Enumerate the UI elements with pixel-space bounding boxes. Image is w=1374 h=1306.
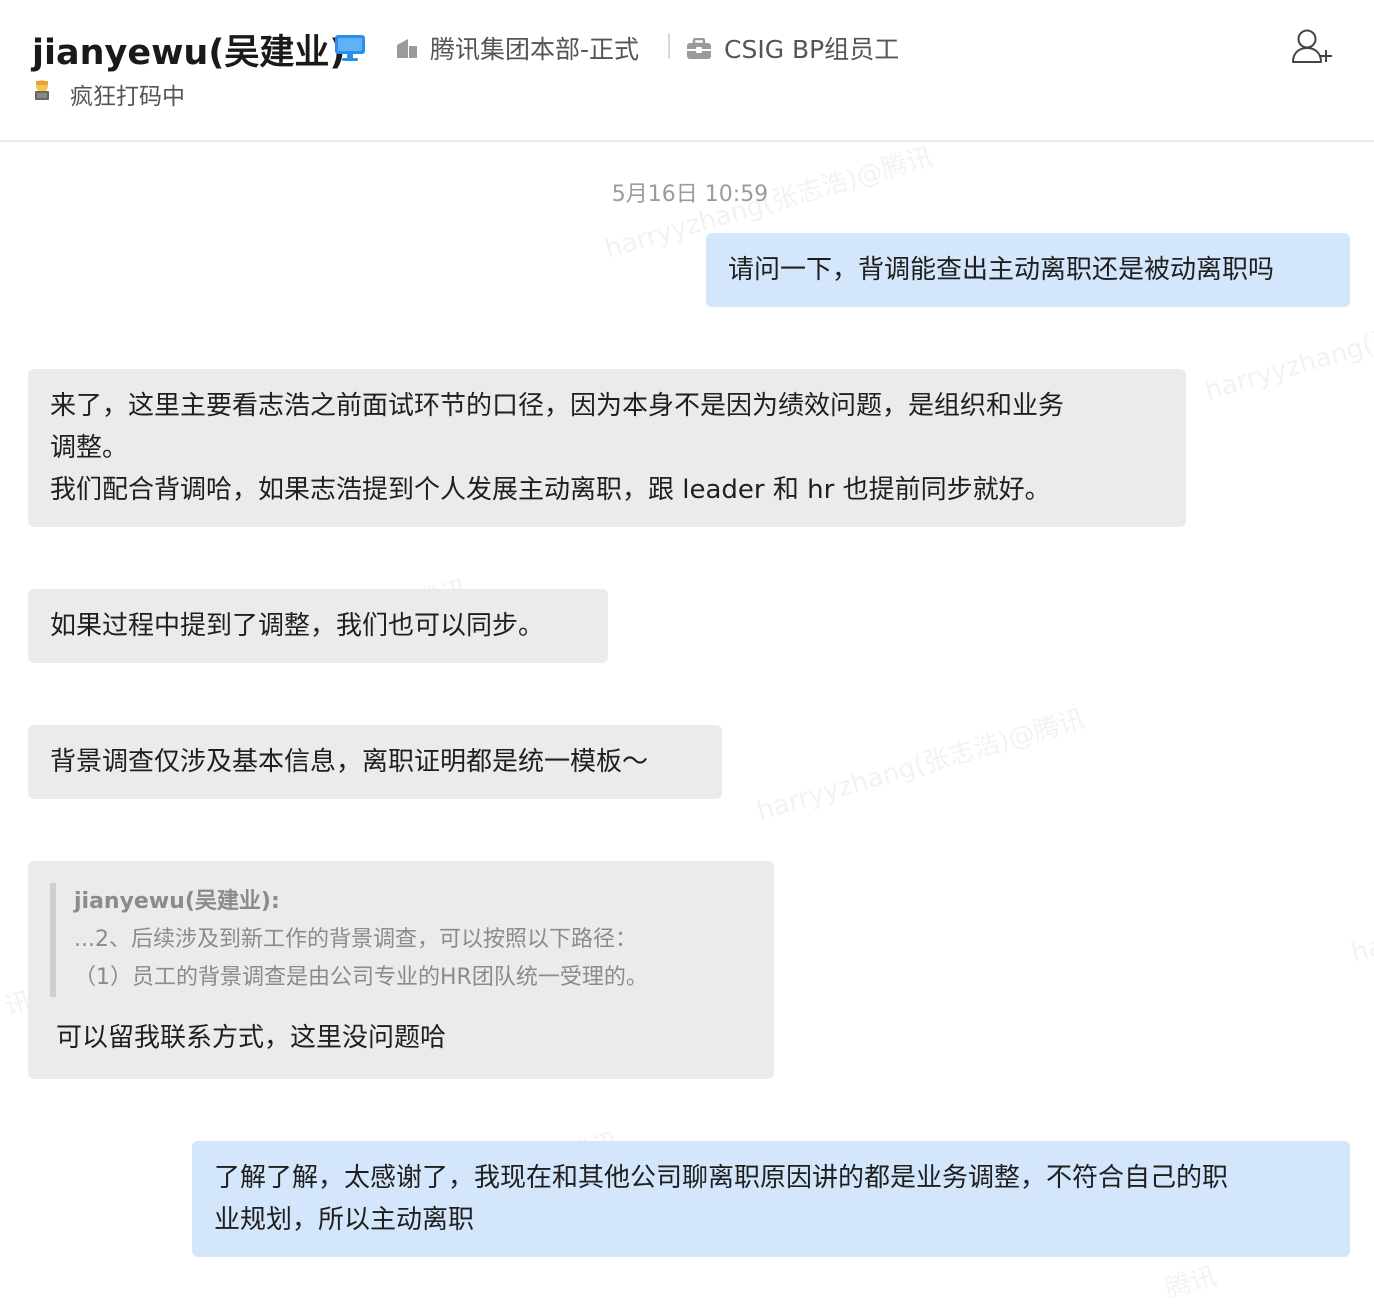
message-text: 可以留我联系方式，这里没问题哈 xyxy=(56,1023,447,1053)
add-user-icon[interactable] xyxy=(1290,28,1334,66)
message-text: 背景调查仅涉及基本信息，离职证明都是统一模板～ xyxy=(50,747,649,777)
message-text: 请问一下，背调能查出主动离职还是被动离职吗 xyxy=(728,255,1275,285)
dept-name: CSIG BP组员工 xyxy=(724,35,900,64)
contact-name[interactable]: jianyewu(吴建业) xyxy=(32,24,345,75)
quoted-text: ...2、后续涉及到新工作的背景调查，可以按照以下路径： xyxy=(74,927,637,952)
building-icon xyxy=(397,39,417,58)
message-text: 我们配合背调哈，如果志浩提到个人发展主动离职，跟 leader 和 hr 也提前… xyxy=(50,475,1051,505)
chat-header: jianyewu(吴建业) 腾讯集团本部-正式 CSIG BP组员工 疯狂打码中 xyxy=(0,0,1374,142)
message-text: 如果过程中提到了调整，我们也可以同步。 xyxy=(50,611,545,641)
watermark: 腾讯 xyxy=(1161,1261,1220,1305)
quoted-message[interactable]: jianyewu(吴建业): ...2、后续涉及到新工作的背景调查，可以按照以下… xyxy=(50,883,752,997)
coder-emoji-icon xyxy=(35,80,49,100)
message-bubble-theirs[interactable]: 背景调查仅涉及基本信息，离职证明都是统一模板～ xyxy=(28,725,722,799)
message-bubble-mine[interactable]: 请问一下，背调能查出主动离职还是被动离职吗 xyxy=(706,233,1350,307)
quoted-text: （1）员工的背景调查是由公司专业的HR团队统一受理的。 xyxy=(74,965,648,990)
message-text: 来了，这里主要看志浩之前面试环节的口径，因为本身不是因为绩效问题，是组织和业务 xyxy=(50,391,1065,421)
message-bubble-mine[interactable]: 了解了解，太感谢了，我现在和其他公司聊离职原因讲的都是业务调整，不符合自己的职 … xyxy=(192,1141,1350,1257)
watermark: harryyzhang(张志浩)@腾讯 xyxy=(753,704,1089,827)
divider xyxy=(668,33,670,59)
org-name: 腾讯集团本部-正式 xyxy=(430,35,640,64)
quoted-author: jianyewu(吴建业): xyxy=(74,889,280,914)
message-text: 业规划，所以主动离职 xyxy=(214,1205,475,1235)
desktop-icon xyxy=(335,35,365,61)
message-bubble-theirs[interactable]: 来了，这里主要看志浩之前面试环节的口径，因为本身不是因为绩效问题，是组织和业务 … xyxy=(28,369,1186,527)
watermark: harryyzhang(张 xyxy=(1201,322,1374,407)
message-text: 调整。 xyxy=(50,433,129,463)
watermark: ha xyxy=(1348,931,1374,969)
message-bubble-theirs[interactable]: jianyewu(吴建业): ...2、后续涉及到新工作的背景调查，可以按照以下… xyxy=(28,861,774,1079)
briefcase-icon xyxy=(687,38,711,59)
message-text: 了解了解，太感谢了，我现在和其他公司聊离职原因讲的都是业务调整，不符合自己的职 xyxy=(214,1163,1229,1193)
message-bubble-theirs[interactable]: 如果过程中提到了调整，我们也可以同步。 xyxy=(28,589,608,663)
status-text: 疯狂打码中 xyxy=(70,84,185,110)
message-timestamp: 5月16日 10:59 xyxy=(611,182,769,207)
